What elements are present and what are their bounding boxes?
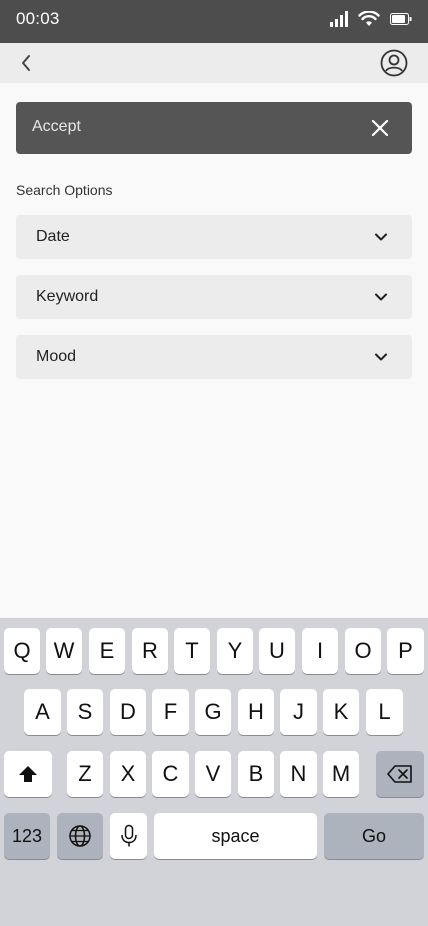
nav-bar <box>0 43 428 83</box>
profile-button[interactable] <box>380 49 408 77</box>
go-key[interactable]: Go <box>324 813 424 859</box>
clear-search-button[interactable] <box>370 118 390 138</box>
search-input-value: Accept <box>32 118 81 135</box>
key-l[interactable]: L <box>366 689 403 735</box>
chevron-down-icon <box>375 353 387 361</box>
keyword-dropdown-label: Keyword <box>36 288 99 305</box>
key-s[interactable]: S <box>67 689 103 735</box>
globe-icon <box>69 825 91 847</box>
key-i[interactable]: I <box>302 628 338 674</box>
key-k[interactable]: K <box>323 689 359 735</box>
key-u[interactable]: U <box>259 628 295 674</box>
chevron-down-icon <box>375 233 387 241</box>
key-p[interactable]: P <box>387 628 424 674</box>
cellular-signal-icon <box>330 11 348 27</box>
close-icon <box>371 119 389 137</box>
user-profile-icon <box>380 49 408 77</box>
key-v[interactable]: V <box>195 751 231 797</box>
key-n[interactable]: N <box>280 751 317 797</box>
key-c[interactable]: C <box>152 751 189 797</box>
key-m[interactable]: M <box>323 751 359 797</box>
key-a[interactable]: A <box>24 689 61 735</box>
microphone-key[interactable] <box>110 813 147 859</box>
mood-dropdown[interactable]: Mood <box>16 335 412 379</box>
key-y[interactable]: Y <box>217 628 253 674</box>
numbers-key[interactable]: 123 <box>4 813 50 859</box>
backspace-icon <box>387 765 412 783</box>
key-w[interactable]: W <box>46 628 82 674</box>
key-e[interactable]: E <box>89 628 125 674</box>
key-o[interactable]: O <box>345 628 381 674</box>
battery-icon <box>390 13 412 25</box>
globe-key[interactable] <box>57 813 103 859</box>
section-title: Search Options <box>16 182 113 198</box>
key-h[interactable]: H <box>238 689 274 735</box>
backspace-key[interactable] <box>376 751 424 797</box>
chevron-down-icon <box>375 293 387 301</box>
keyboard: Q W E R T Y U I O P A S D F G H J K L Z … <box>0 618 428 926</box>
status-bar: 00:03 <box>0 0 428 43</box>
key-t[interactable]: T <box>174 628 210 674</box>
mood-dropdown-label: Mood <box>36 348 77 365</box>
status-time: 00:03 <box>16 9 60 28</box>
search-input[interactable]: Accept <box>16 102 412 154</box>
shift-key[interactable] <box>4 751 52 797</box>
key-r[interactable]: R <box>132 628 168 674</box>
key-q[interactable]: Q <box>4 628 40 674</box>
key-x[interactable]: X <box>110 751 146 797</box>
date-dropdown-label: Date <box>36 228 70 245</box>
keyword-dropdown[interactable]: Keyword <box>16 275 412 319</box>
microphone-icon <box>120 824 137 847</box>
back-button[interactable] <box>14 51 38 75</box>
key-b[interactable]: B <box>238 751 274 797</box>
wifi-icon <box>358 11 380 26</box>
key-f[interactable]: F <box>152 689 189 735</box>
key-j[interactable]: J <box>280 689 317 735</box>
key-d[interactable]: D <box>110 689 146 735</box>
space-key[interactable]: space <box>154 813 317 859</box>
date-dropdown[interactable]: Date <box>16 215 412 259</box>
status-icons <box>330 11 412 27</box>
key-z[interactable]: Z <box>67 751 103 797</box>
key-g[interactable]: G <box>195 689 231 735</box>
chevron-left-icon <box>22 55 30 71</box>
shift-arrow-icon <box>19 766 37 782</box>
